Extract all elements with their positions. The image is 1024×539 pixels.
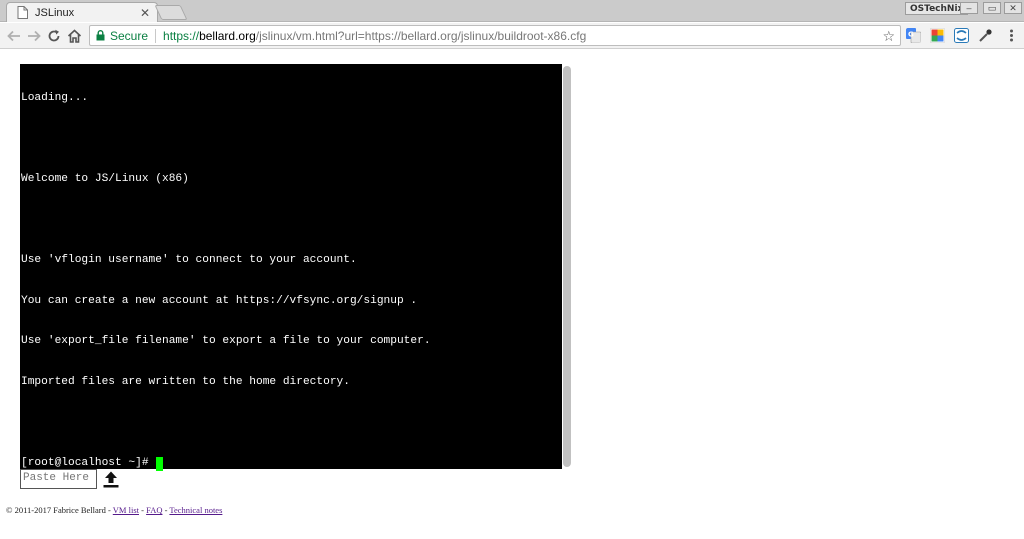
url-text[interactable]: https://bellard.org/jslinux/vm.html?url=… <box>163 29 586 43</box>
paste-textarea[interactable] <box>20 469 97 489</box>
translate-icon[interactable]: G <box>906 28 921 43</box>
terminal-output: Loading... Welcome to JS/Linux (x86) Use… <box>21 65 431 498</box>
bookmark-star-icon[interactable]: ☆ <box>882 28 895 44</box>
page-footer: © 2011-2017 Fabrice Bellard - VM list - … <box>6 505 222 515</box>
eyedropper-icon[interactable] <box>978 28 993 43</box>
scrollbar-thumb[interactable] <box>563 66 571 467</box>
tab-jslinux[interactable]: JSLinux ✕ <box>6 2 158 22</box>
shell-prompt: [root@localhost ~]# <box>21 456 149 469</box>
lock-icon <box>96 30 105 41</box>
vm-list-link[interactable]: VM list <box>113 505 139 515</box>
home-icon <box>67 29 81 43</box>
close-window-button[interactable]: ✕ <box>1004 2 1022 14</box>
screenshot-icon[interactable] <box>954 28 969 43</box>
terminal-line: Imported files are written to the home d… <box>21 375 350 388</box>
tab-strip: JSLinux ✕ OSTechNix – ▭ ✕ <box>0 0 1024 22</box>
terminal-line: Use 'vflogin username' to connect to you… <box>21 254 357 266</box>
new-tab-button[interactable] <box>154 5 188 20</box>
reload-icon <box>48 29 60 42</box>
google-icon[interactable] <box>930 28 945 43</box>
page-icon <box>17 6 28 19</box>
terminal-line: You can create a new account at https://… <box>21 294 418 307</box>
upload-icon[interactable] <box>102 470 120 489</box>
technical-notes-link[interactable]: Technical notes <box>169 505 222 515</box>
arrow-left-icon <box>7 30 20 42</box>
omnibox-separator <box>155 28 157 43</box>
terminal-line: Loading... <box>21 92 89 104</box>
terminal-line: Welcome to JS/Linux (x86) <box>21 173 189 185</box>
terminal-scrollbar[interactable] <box>562 64 572 469</box>
address-bar[interactable]: Secure https://bellard.org/jslinux/vm.ht… <box>89 25 901 46</box>
terminal-screen[interactable]: Loading... Welcome to JS/Linux (x86) Use… <box>20 64 562 471</box>
terminal-cursor <box>155 456 163 471</box>
browser-toolbar: Secure https://bellard.org/jslinux/vm.ht… <box>0 23 1024 49</box>
menu-icon[interactable] <box>1004 28 1019 43</box>
faq-link[interactable]: FAQ <box>146 505 162 515</box>
maximize-button[interactable]: ▭ <box>983 2 1001 14</box>
profile-badge[interactable]: OSTechNix <box>905 2 969 15</box>
svg-text:G: G <box>908 31 914 39</box>
back-button[interactable] <box>6 28 22 44</box>
tab-close-icon[interactable]: ✕ <box>139 7 151 19</box>
terminal-line: Use 'export_file filename' to export a f… <box>21 335 431 347</box>
secure-label: Secure <box>110 28 149 43</box>
tab-title: JSLinux <box>35 6 75 19</box>
home-button[interactable] <box>66 28 82 44</box>
forward-button[interactable] <box>26 28 42 44</box>
copyright-text: © 2011-2017 Fabrice Bellard - <box>6 505 113 515</box>
arrow-right-icon <box>28 30 41 42</box>
reload-button[interactable] <box>46 28 62 44</box>
minimize-button[interactable]: – <box>960 2 978 14</box>
